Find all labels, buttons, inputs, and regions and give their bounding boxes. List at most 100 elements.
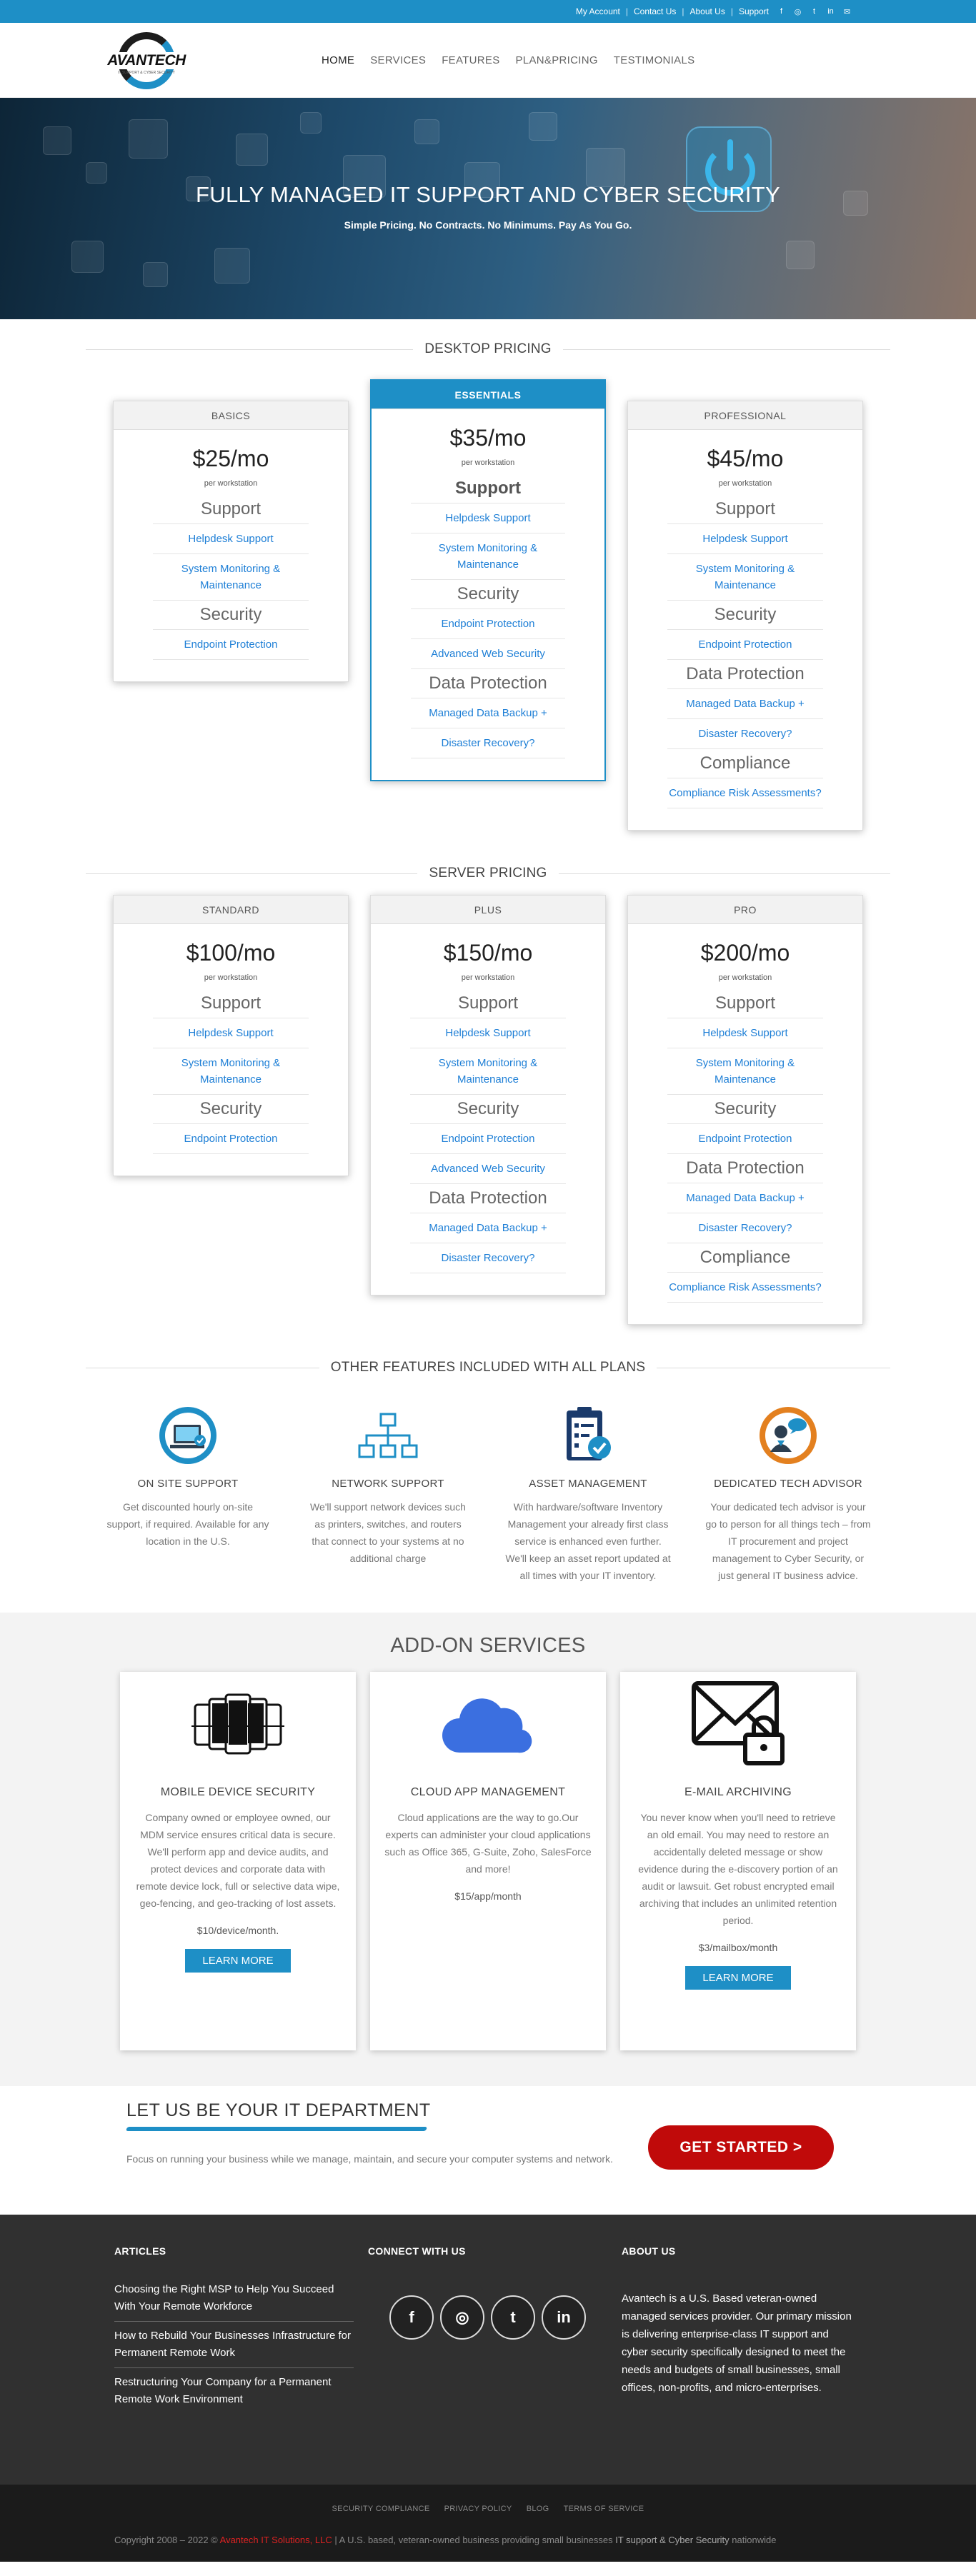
linkedin-icon[interactable]: in bbox=[542, 2295, 586, 2340]
instagram-icon[interactable]: ◎ bbox=[794, 7, 802, 16]
plan-group-title: Data Protection bbox=[667, 660, 823, 689]
plan-group-title: Data Protection bbox=[667, 1154, 823, 1183]
bottom-bar: SECURITY COMPLIANCE PRIVACY POLICY BLOG … bbox=[0, 2485, 976, 2562]
company-link[interactable]: Avantech IT Solutions, LLC bbox=[220, 2535, 332, 2545]
feature-onsite-support: ON SITE SUPPORT Get discounted hourly on… bbox=[95, 1403, 281, 1584]
addon-section: ADD-ON SERVICES MOBILE DEVICE SECURITY C… bbox=[0, 1613, 976, 2086]
plan-feature-link[interactable]: Helpdesk Support bbox=[153, 1018, 309, 1048]
plan-feature-link[interactable]: Disaster Recovery? bbox=[667, 719, 823, 749]
plan-feature-link[interactable]: Endpoint Protection bbox=[667, 630, 823, 660]
contact-us-link[interactable]: Contact Us bbox=[634, 6, 676, 16]
feature-title: ASSET MANAGEMENT bbox=[529, 1478, 647, 1490]
plan-feature-link[interactable]: Helpdesk Support bbox=[411, 503, 565, 533]
article-link[interactable]: Choosing the Right MSP to Help You Succe… bbox=[114, 2275, 354, 2322]
plan-group-title: Security bbox=[667, 601, 823, 630]
nav-home[interactable]: HOME bbox=[322, 54, 354, 66]
addon-card-title: E-MAIL ARCHIVING bbox=[684, 1786, 792, 1798]
feature-title: NETWORK SUPPORT bbox=[332, 1478, 444, 1490]
terms-of-service-link[interactable]: TERMS OF SERVICE bbox=[564, 2505, 644, 2513]
articles-title: ARTICLES bbox=[114, 2245, 166, 2257]
plan-unit: per workstation bbox=[718, 479, 772, 488]
linkedin-icon[interactable]: in bbox=[827, 7, 835, 16]
site-header: AVANTECH IT SUPPORT & CYBER SECURITY HOM… bbox=[0, 23, 976, 98]
plan-feature-link[interactable]: System Monitoring & Maintenance bbox=[410, 1048, 566, 1095]
feature-text: We'll support network devices such as pr… bbox=[310, 1501, 466, 1564]
plan-unit: per workstation bbox=[204, 479, 258, 488]
plan-feature-link[interactable]: System Monitoring & Maintenance bbox=[667, 554, 823, 601]
plan-unit: per workstation bbox=[204, 973, 258, 982]
footer-social-icons: f ◎ t in bbox=[389, 2295, 586, 2340]
plan-feature-link[interactable]: Helpdesk Support bbox=[667, 524, 823, 554]
addon-card-text: Company owned or employee owned, our MDM… bbox=[136, 1812, 340, 1909]
plan-feature-link[interactable]: Compliance Risk Assessments? bbox=[667, 1273, 823, 1303]
feature-tech-advisor: DEDICATED TECH ADVISOR Your dedicated te… bbox=[695, 1403, 881, 1584]
plan-feature-link[interactable]: System Monitoring & Maintenance bbox=[411, 533, 565, 580]
network-icon bbox=[358, 1413, 418, 1458]
hero-subtitle: Simple Pricing. No Contracts. No Minimum… bbox=[344, 219, 632, 231]
plan-feature-link[interactable]: Managed Data Backup + bbox=[667, 689, 823, 719]
plan-name: STANDARD bbox=[114, 896, 348, 924]
addon-title: ADD-ON SERVICES bbox=[390, 1634, 586, 1657]
nav-features[interactable]: FEATURES bbox=[442, 54, 499, 66]
plan-feature-link[interactable]: Endpoint Protection bbox=[667, 1124, 823, 1154]
plan-feature-link[interactable]: Managed Data Backup + bbox=[411, 698, 565, 728]
get-started-button[interactable]: GET STARTED > bbox=[648, 2125, 834, 2170]
nav-services[interactable]: SERVICES bbox=[370, 54, 426, 66]
instagram-icon[interactable]: ◎ bbox=[440, 2295, 484, 2340]
support-link[interactable]: Support bbox=[739, 6, 769, 16]
nav-plan-pricing[interactable]: PLAN&PRICING bbox=[516, 54, 598, 66]
plan-group-title: Security bbox=[411, 580, 565, 609]
plan-feature-link[interactable]: Disaster Recovery? bbox=[411, 728, 565, 758]
addon-card-text: Cloud applications are the way to go.Our… bbox=[384, 1812, 592, 1875]
plan-feature-link[interactable]: System Monitoring & Maintenance bbox=[153, 554, 309, 601]
facebook-icon[interactable]: f bbox=[777, 7, 785, 16]
plan-group-title: Support bbox=[153, 989, 309, 1018]
facebook-icon[interactable]: f bbox=[389, 2295, 434, 2340]
plan-group-title: Data Protection bbox=[410, 1184, 566, 1213]
plan-feature-link[interactable]: Advanced Web Security bbox=[410, 1154, 566, 1184]
plan-price: $25/mo bbox=[192, 446, 269, 471]
plan-price: $200/mo bbox=[700, 940, 790, 966]
plan-group-title: Support bbox=[411, 474, 565, 503]
plan-feature-link[interactable]: System Monitoring & Maintenance bbox=[667, 1048, 823, 1095]
onsite-support-icon bbox=[159, 1407, 216, 1464]
privacy-policy-link[interactable]: PRIVACY POLICY bbox=[444, 2505, 512, 2513]
plan-feature-link[interactable]: Helpdesk Support bbox=[410, 1018, 566, 1048]
plan-feature-link[interactable]: System Monitoring & Maintenance bbox=[153, 1048, 309, 1095]
about-us-link[interactable]: About Us bbox=[689, 6, 724, 16]
plan-feature-link[interactable]: Advanced Web Security bbox=[411, 639, 565, 669]
plan-feature-link[interactable]: Endpoint Protection bbox=[153, 630, 309, 660]
avantech-logo[interactable]: AVANTECH IT SUPPORT & CYBER SECURITY bbox=[104, 28, 189, 92]
plan-feature-link[interactable]: Disaster Recovery? bbox=[410, 1243, 566, 1273]
mobile-devices-icon bbox=[191, 1693, 284, 1754]
plan-group-title: Support bbox=[153, 495, 309, 524]
plan-card-essentials: ESSENTIALS $35/mo per workstation Support He… bbox=[370, 379, 606, 781]
learn-more-button[interactable]: LEARN MORE bbox=[685, 1966, 791, 1990]
blog-link[interactable]: BLOG bbox=[527, 2505, 549, 2513]
addon-card-price: $3/mailbox/month bbox=[698, 1942, 778, 1953]
article-link[interactable]: Restructuring Your Company for a Permane… bbox=[114, 2368, 354, 2414]
plan-feature-link[interactable]: Helpdesk Support bbox=[153, 524, 309, 554]
plan-feature-link[interactable]: Managed Data Backup + bbox=[667, 1183, 823, 1213]
security-compliance-link[interactable]: SECURITY COMPLIANCE bbox=[332, 2505, 430, 2513]
cta-title: LET US BE YOUR IT DEPARTMENT bbox=[126, 2100, 431, 2120]
twitter-icon[interactable]: t bbox=[810, 7, 818, 16]
plan-feature-link[interactable]: Compliance Risk Assessments? bbox=[667, 778, 823, 808]
plan-feature-link[interactable]: Endpoint Protection bbox=[153, 1124, 309, 1154]
my-account-link[interactable]: My Account bbox=[576, 6, 620, 16]
email-icon[interactable]: ✉ bbox=[843, 7, 851, 16]
addon-card-price: $10/device/month. bbox=[196, 1925, 279, 1936]
nav-testimonials[interactable]: TESTIMONIALS bbox=[614, 54, 695, 66]
plan-feature-link[interactable]: Endpoint Protection bbox=[411, 609, 565, 639]
learn-more-button[interactable]: LEARN MORE bbox=[185, 1949, 291, 1973]
article-link[interactable]: How to Rebuild Your Businesses Infrastru… bbox=[114, 2322, 354, 2368]
twitter-icon[interactable]: t bbox=[491, 2295, 535, 2340]
plan-feature-link[interactable]: Endpoint Protection bbox=[410, 1124, 566, 1154]
main-nav: HOME SERVICES FEATURES PLAN&PRICING TEST… bbox=[322, 54, 694, 66]
plan-feature-link[interactable]: Managed Data Backup + bbox=[410, 1213, 566, 1243]
plan-feature-link[interactable]: Disaster Recovery? bbox=[667, 1213, 823, 1243]
plan-feature-link[interactable]: Helpdesk Support bbox=[667, 1018, 823, 1048]
clipboard-check-icon bbox=[567, 1407, 611, 1460]
feature-asset-management: ASSET MANAGEMENT With hardware/software … bbox=[495, 1403, 681, 1584]
hero-title: FULLY MANAGED IT SUPPORT AND CYBER SECUR… bbox=[196, 182, 780, 207]
